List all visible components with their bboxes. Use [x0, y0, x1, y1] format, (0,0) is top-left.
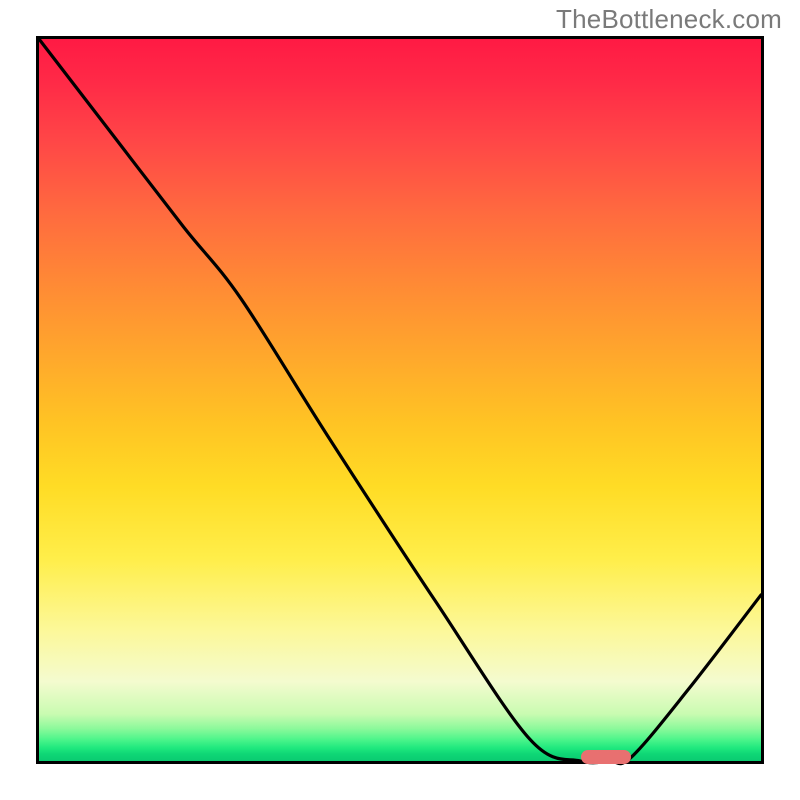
plot-area	[36, 36, 764, 764]
optimal-range-marker	[581, 750, 632, 764]
watermark-text: TheBottleneck.com	[556, 4, 782, 35]
bottleneck-curve	[39, 39, 761, 761]
chart-root: TheBottleneck.com	[0, 0, 800, 800]
